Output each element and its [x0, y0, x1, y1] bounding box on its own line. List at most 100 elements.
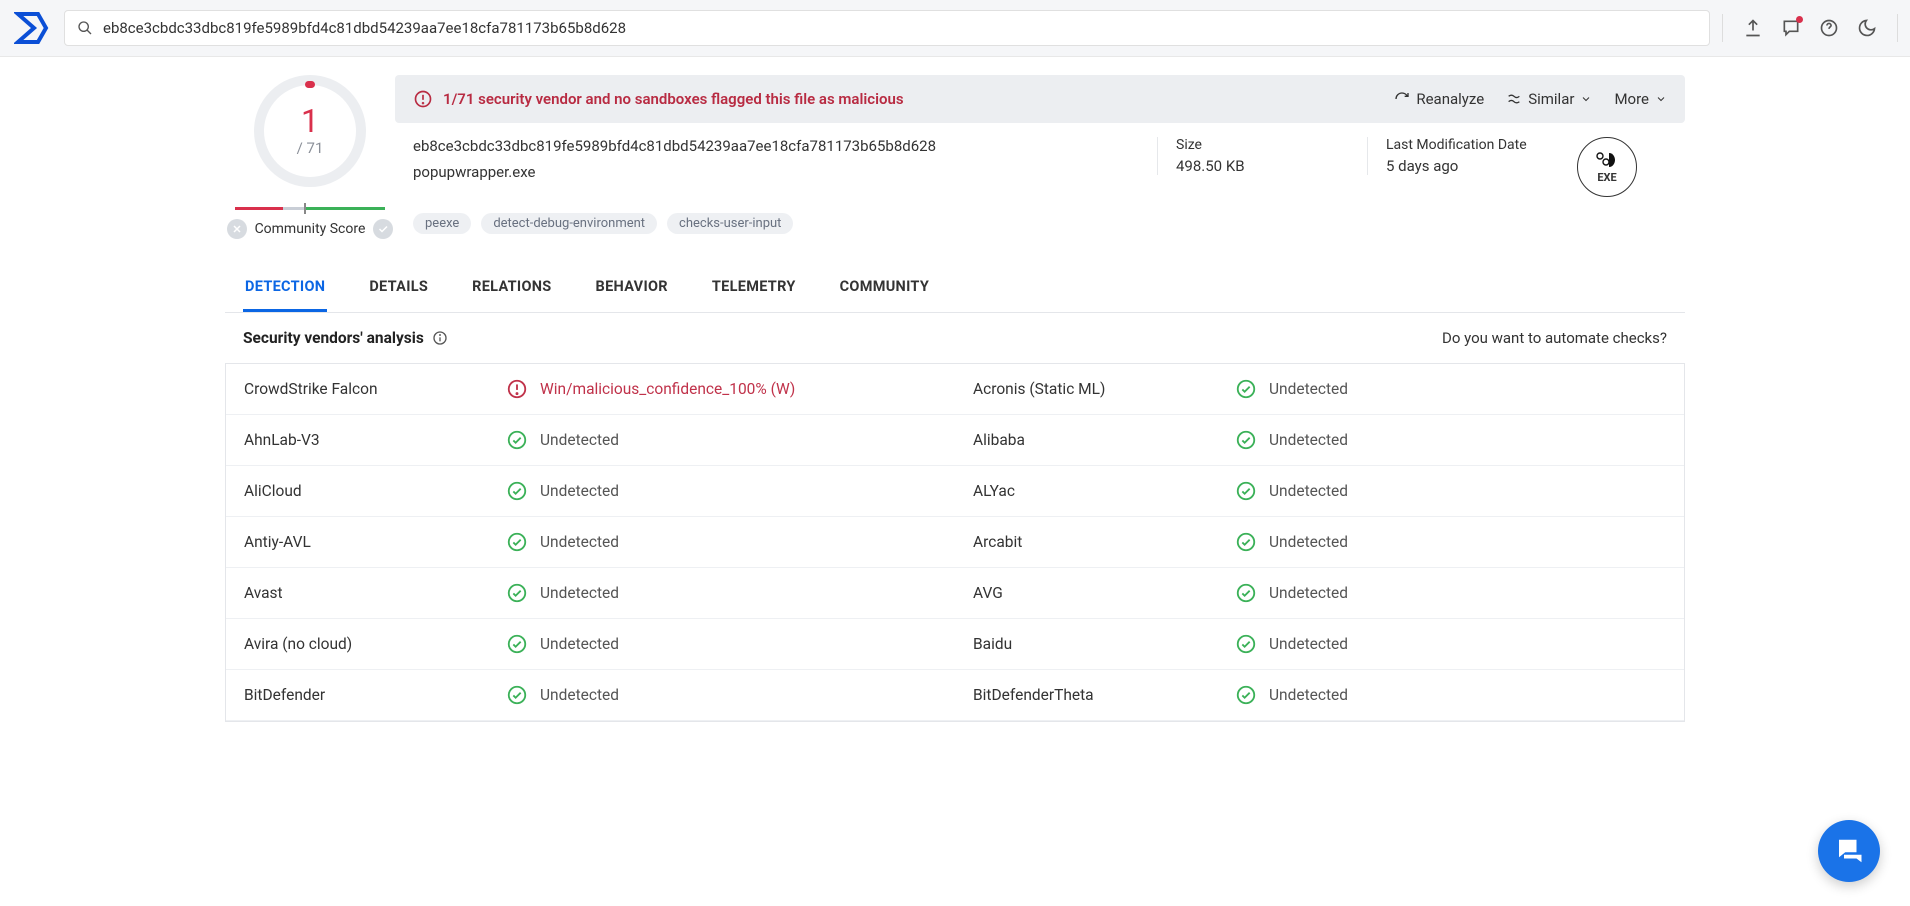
vendor-name: AliCloud — [244, 482, 494, 500]
size-value: 498.50 KB — [1176, 157, 1357, 175]
vendor-result: Undetected — [1269, 686, 1666, 704]
vendor-result: Undetected — [540, 482, 937, 500]
file-type-badge: EXE — [1577, 137, 1637, 197]
separator — [1722, 14, 1723, 42]
vendor-result: Undetected — [1269, 431, 1666, 449]
x-circle-icon[interactable] — [227, 219, 247, 239]
detection-total: / 71 — [297, 139, 324, 157]
vendor-cell: AliCloud Undetected — [226, 466, 955, 516]
vendor-name: Arcabit — [973, 533, 1223, 551]
check-circle-icon — [502, 480, 532, 502]
vendor-name: BitDefender — [244, 686, 494, 704]
vendor-row: AliCloud Undetected ALYac Undetected — [226, 466, 1684, 517]
check-circle-icon[interactable] — [373, 219, 393, 239]
info-icon[interactable] — [432, 330, 448, 346]
upload-icon[interactable] — [1743, 18, 1763, 38]
vendor-result: Undetected — [1269, 482, 1666, 500]
vendor-cell: ALYac Undetected — [955, 466, 1684, 516]
chat-fab[interactable] — [1818, 820, 1880, 882]
tab-details[interactable]: DETAILS — [367, 268, 430, 312]
alert-circle-icon — [502, 378, 532, 400]
logo[interactable] — [12, 8, 52, 48]
vendor-cell: BaiduUndetected — [955, 619, 1684, 669]
vendor-result: Undetected — [1269, 584, 1666, 602]
vendor-cell: AhnLab-V3 Undetected — [226, 415, 955, 465]
vendor-cell: CrowdStrike Falcon Win/malicious_confiden… — [226, 364, 955, 414]
check-circle-icon — [1231, 582, 1261, 604]
vendor-row: Avira (no cloud) Undetected BaiduUndetecte… — [226, 619, 1684, 670]
vendor-name: Avast — [244, 584, 494, 602]
vendor-name: ALYac — [973, 482, 1223, 500]
vendor-name: Baidu — [973, 635, 1223, 653]
tab-detection[interactable]: DETECTION — [243, 268, 327, 312]
check-circle-icon — [1231, 429, 1261, 451]
section-title: Security vendors' analysis — [243, 329, 424, 347]
check-circle-icon — [1231, 633, 1261, 655]
vendor-row: Avast Undetected AVG Undetected — [226, 568, 1684, 619]
check-circle-icon — [502, 684, 532, 706]
automate-link[interactable]: Do you want to automate checks? — [1442, 329, 1667, 347]
check-circle-icon — [1231, 480, 1261, 502]
vendor-row: CrowdStrike Falcon Win/malicious_confiden… — [226, 364, 1684, 415]
tab-telemetry[interactable]: TELEMETRY — [710, 268, 798, 312]
comment-icon[interactable] — [1781, 18, 1801, 38]
mod-date-label: Last Modification Date — [1386, 137, 1567, 153]
chevron-down-icon — [1580, 93, 1592, 105]
vendor-result: Win/malicious_confidence_100% (W) — [540, 380, 937, 398]
vendor-cell: Alibaba Undetected — [955, 415, 1684, 465]
vendor-cell: Acronis (Static ML) Undetected — [955, 364, 1684, 414]
check-circle-icon — [502, 429, 532, 451]
tag[interactable]: detect-debug-environment — [481, 213, 657, 234]
vendor-result: Undetected — [540, 533, 937, 551]
check-circle-icon — [502, 633, 532, 655]
file-name: popupwrapper.exe — [413, 163, 1147, 181]
ring-tick-icon — [305, 81, 315, 88]
vendor-name: AhnLab-V3 — [244, 431, 494, 449]
tab-relations[interactable]: RELATIONS — [470, 268, 553, 312]
detection-score-ring: 1 / 71 — [254, 75, 366, 187]
alert-message: 1/71 security vendor and no sandboxes fl… — [443, 90, 904, 108]
similar-button[interactable]: Similar — [1506, 90, 1592, 108]
vendor-result: Undetected — [1269, 533, 1666, 551]
vendor-name: CrowdStrike Falcon — [244, 380, 494, 398]
vendor-cell: BitDefender Undetected — [226, 670, 955, 720]
vendor-name: Alibaba — [973, 431, 1223, 449]
theme-icon[interactable] — [1857, 18, 1877, 38]
vendor-row: BitDefenderUndetectedBitDefenderThetaUnd… — [226, 670, 1684, 721]
tag[interactable]: peexe — [413, 213, 471, 234]
alert-icon — [413, 89, 433, 109]
vendor-cell: Arcabit Undetected — [955, 517, 1684, 567]
vendor-row: Antiy-AVLUndetected Arcabit Undetected — [226, 517, 1684, 568]
vendor-row: AhnLab-V3 Undetected Alibaba Undetected — [226, 415, 1684, 466]
vendor-name: Avira (no cloud) — [244, 635, 494, 653]
check-circle-icon — [1231, 378, 1261, 400]
separator — [1897, 14, 1898, 42]
reanalyze-button[interactable]: Reanalyze — [1394, 90, 1484, 108]
vendor-result: Undetected — [540, 431, 937, 449]
vendor-result: Undetected — [540, 686, 937, 704]
vendor-cell: Antiy-AVLUndetected — [226, 517, 955, 567]
vendor-result: Undetected — [1269, 380, 1666, 398]
tab-community[interactable]: COMMUNITY — [838, 268, 931, 312]
mod-date-value: 5 days ago — [1386, 157, 1567, 175]
size-label: Size — [1176, 137, 1357, 153]
search-box[interactable] — [64, 10, 1710, 46]
detection-count: 1 — [301, 105, 319, 137]
vendor-cell: Avira (no cloud) Undetected — [226, 619, 955, 669]
notification-dot — [1796, 16, 1803, 23]
vendor-result: Undetected — [540, 635, 937, 653]
vendor-name: Acronis (Static ML) — [973, 380, 1223, 398]
more-button[interactable]: More — [1614, 90, 1667, 108]
vendor-cell: Avast Undetected — [226, 568, 955, 618]
tag[interactable]: checks-user-input — [667, 213, 793, 234]
tab-behavior[interactable]: BEHAVIOR — [594, 268, 670, 312]
vendor-cell: AVG Undetected — [955, 568, 1684, 618]
search-input[interactable] — [103, 19, 1697, 37]
vendor-result: Undetected — [540, 584, 937, 602]
vendor-cell: BitDefenderThetaUndetected — [955, 670, 1684, 720]
check-circle-icon — [502, 582, 532, 604]
help-icon[interactable] — [1819, 18, 1839, 38]
vendor-name: AVG — [973, 584, 1223, 602]
chevron-down-icon — [1655, 93, 1667, 105]
check-circle-icon — [1231, 684, 1261, 706]
